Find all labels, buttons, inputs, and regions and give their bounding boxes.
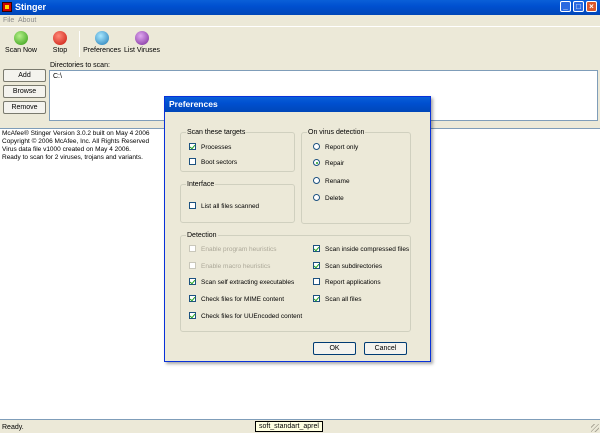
report-applications-label: Report applications — [325, 279, 381, 286]
compressed-files-checkbox[interactable]: Scan inside compressed files — [313, 245, 409, 255]
processes-label: Processes — [201, 144, 232, 151]
stop-label: Stop — [52, 47, 68, 54]
directory-item[interactable]: C:\ — [53, 72, 594, 81]
scan-all-files-checkbox[interactable]: Scan all files — [313, 295, 362, 305]
checkbox-box[interactable] — [189, 278, 196, 285]
list-viruses-icon — [135, 31, 149, 45]
checkbox-box[interactable] — [189, 295, 196, 302]
processes-checkbox[interactable]: Processes — [189, 143, 231, 153]
stop-button[interactable]: Stop — [46, 29, 74, 59]
mime-content-checkbox[interactable]: Check files for MIME content — [189, 295, 284, 305]
subdirectories-label: Scan subdirectories — [325, 263, 383, 270]
subdirectories-checkbox[interactable]: Scan subdirectories — [313, 262, 382, 272]
detection-label: Detection — [186, 231, 218, 240]
rename-label: Rename — [325, 178, 350, 185]
interface-group: Interface List all files scanned — [180, 180, 295, 223]
checkbox-box[interactable] — [189, 143, 196, 150]
radio-circle[interactable] — [313, 159, 320, 166]
menu-about[interactable]: About — [18, 16, 36, 25]
preferences-button[interactable]: Preferences — [83, 29, 121, 59]
macro-heuristics-checkbox[interactable]: Enable macro heuristics — [189, 262, 270, 272]
list-all-files-checkbox[interactable]: List all files scanned — [189, 202, 259, 212]
report-applications-checkbox[interactable]: Report applications — [313, 278, 381, 288]
report-only-radio[interactable]: Report only — [313, 143, 358, 153]
radio-circle[interactable] — [313, 177, 320, 184]
program-heuristics-checkbox[interactable]: Enable program heuristics — [189, 245, 277, 255]
checkbox-box — [189, 262, 196, 269]
mime-content-label: Check files for MIME content — [201, 296, 285, 303]
minimize-button[interactable]: _ — [560, 1, 571, 12]
delete-label: Delete — [325, 195, 344, 202]
program-heuristics-label: Enable program heuristics — [201, 246, 277, 253]
scan-all-files-label: Scan all files — [325, 296, 362, 303]
preferences-dialog: Preferences Scan these targets Processes… — [164, 96, 431, 362]
self-extracting-checkbox[interactable]: Scan self extracting executables — [189, 278, 294, 288]
radio-circle[interactable] — [313, 194, 320, 201]
boot-sectors-label: Boot sectors — [201, 159, 238, 166]
toolbar-separator — [79, 31, 80, 57]
scan-icon — [14, 31, 28, 45]
stop-icon — [53, 31, 67, 45]
checkbox-box — [189, 245, 196, 252]
cancel-button[interactable]: Cancel — [364, 342, 407, 355]
list-viruses-label: List Viruses — [124, 47, 161, 54]
scan-targets-group: Scan these targets Processes Boot sector… — [180, 128, 295, 172]
preferences-icon — [95, 31, 109, 45]
scan-now-button[interactable]: Scan Now — [4, 29, 38, 59]
remove-button[interactable]: Remove — [3, 101, 46, 114]
checkbox-box[interactable] — [313, 278, 320, 285]
rename-radio[interactable]: Rename — [313, 177, 350, 187]
menu-bar: File About — [0, 15, 600, 26]
checkbox-box[interactable] — [189, 312, 196, 319]
self-extracting-label: Scan self extracting executables — [201, 279, 295, 286]
on-virus-detection-label: On virus detection — [307, 128, 366, 137]
repair-radio[interactable]: Repair — [313, 159, 344, 169]
checkbox-box[interactable] — [313, 245, 320, 252]
close-button[interactable]: × — [586, 1, 597, 12]
interface-label: Interface — [186, 180, 216, 189]
window-title: Stinger — [15, 2, 47, 12]
uuencoded-content-label: Check files for UUEncoded content — [201, 313, 303, 320]
preferences-label: Preferences — [83, 47, 121, 54]
boot-sectors-checkbox[interactable]: Boot sectors — [189, 158, 237, 168]
compressed-files-label: Scan inside compressed files — [325, 246, 410, 253]
radio-circle[interactable] — [313, 143, 320, 150]
ok-button[interactable]: OK — [313, 342, 356, 355]
scan-now-label: Scan Now — [5, 47, 37, 54]
macro-heuristics-label: Enable macro heuristics — [201, 263, 271, 270]
resize-grip[interactable] — [591, 424, 599, 432]
app-icon — [2, 2, 12, 12]
list-viruses-button[interactable]: List Viruses — [124, 29, 160, 59]
checkbox-box[interactable] — [313, 262, 320, 269]
dialog-title[interactable]: Preferences — [165, 97, 430, 112]
uuencoded-content-checkbox[interactable]: Check files for UUEncoded content — [189, 312, 302, 322]
checkbox-box[interactable] — [313, 295, 320, 302]
tooltip: soft_standart_aprel — [255, 421, 323, 432]
add-button[interactable]: Add — [3, 69, 46, 82]
delete-radio[interactable]: Delete — [313, 194, 344, 204]
report-only-label: Report only — [325, 144, 359, 151]
checkbox-box[interactable] — [189, 158, 196, 165]
scan-targets-label: Scan these targets — [186, 128, 247, 137]
on-virus-detection-group: On virus detection Report only Repair Re… — [301, 128, 411, 224]
toolbar: Scan Now Stop Preferences List Viruses — [0, 26, 600, 60]
repair-label: Repair — [325, 160, 345, 167]
title-bar[interactable]: Stinger _ □ × — [0, 0, 600, 15]
detection-group: Detection Enable program heuristics Enab… — [180, 231, 411, 332]
status-text: Ready. — [2, 424, 24, 431]
directories-label: Directories to scan: — [50, 62, 110, 69]
list-all-files-label: List all files scanned — [201, 203, 260, 210]
maximize-button[interactable]: □ — [573, 1, 584, 12]
menu-file[interactable]: File — [3, 16, 14, 25]
checkbox-box[interactable] — [189, 202, 196, 209]
browse-button[interactable]: Browse — [3, 85, 46, 98]
